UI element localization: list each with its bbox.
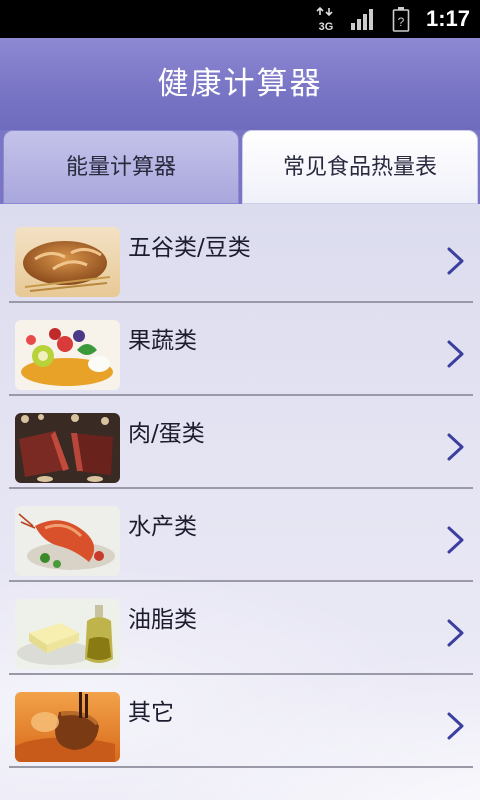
butter-oil-image (15, 599, 120, 669)
network-3g-icon: 3G (316, 0, 336, 38)
list-item-label: 果蔬类 (128, 328, 197, 354)
tab-bar: 能量计算器 常见食品热量表 (0, 130, 480, 204)
list-item-label: 肉/蛋类 (128, 421, 205, 447)
list-item-label: 油脂类 (128, 607, 197, 633)
list-item-fruits-vegetables[interactable]: 果蔬类 (9, 303, 473, 396)
steak-image (15, 413, 120, 483)
tab-food-calorie-table[interactable]: 常见食品热量表 (242, 130, 478, 204)
app-title-bar: 健康计算器 (0, 38, 480, 130)
app-title: 健康计算器 (157, 66, 323, 102)
status-bar: 3G ? 1:17 (0, 0, 480, 38)
tab-energy-calculator[interactable]: 能量计算器 (3, 130, 239, 204)
battery-unknown-icon: ? (392, 0, 410, 38)
fruit-salad-image (15, 320, 120, 390)
chevron-right-icon (444, 525, 468, 555)
clock-time: 1:17 (425, 6, 470, 31)
chevron-right-icon (444, 711, 468, 741)
list-item-aquatic[interactable]: 水产类 (9, 489, 473, 582)
list-item-label: 其它 (128, 700, 174, 726)
list-item-meat-eggs[interactable]: 肉/蛋类 (9, 396, 473, 489)
chevron-right-icon (444, 246, 468, 276)
dessert-image (15, 692, 120, 762)
bread-image (15, 227, 120, 297)
food-category-list: 五谷类/豆类 果蔬类 肉/蛋类 水产类 油脂类 其它 (0, 204, 480, 800)
svg-text:?: ? (398, 15, 405, 29)
chevron-right-icon (444, 432, 468, 462)
list-item-others[interactable]: 其它 (9, 675, 473, 768)
list-item-oils-fats[interactable]: 油脂类 (9, 582, 473, 675)
row-divider (9, 766, 473, 768)
list-item-label: 水产类 (128, 514, 197, 540)
chevron-right-icon (444, 339, 468, 369)
signal-bars-icon (350, 0, 376, 38)
shrimp-image (15, 506, 120, 576)
list-item-grains[interactable]: 五谷类/豆类 (9, 210, 473, 303)
chevron-right-icon (444, 618, 468, 648)
list-item-label: 五谷类/豆类 (128, 235, 251, 261)
svg-text:3G: 3G (319, 21, 334, 32)
